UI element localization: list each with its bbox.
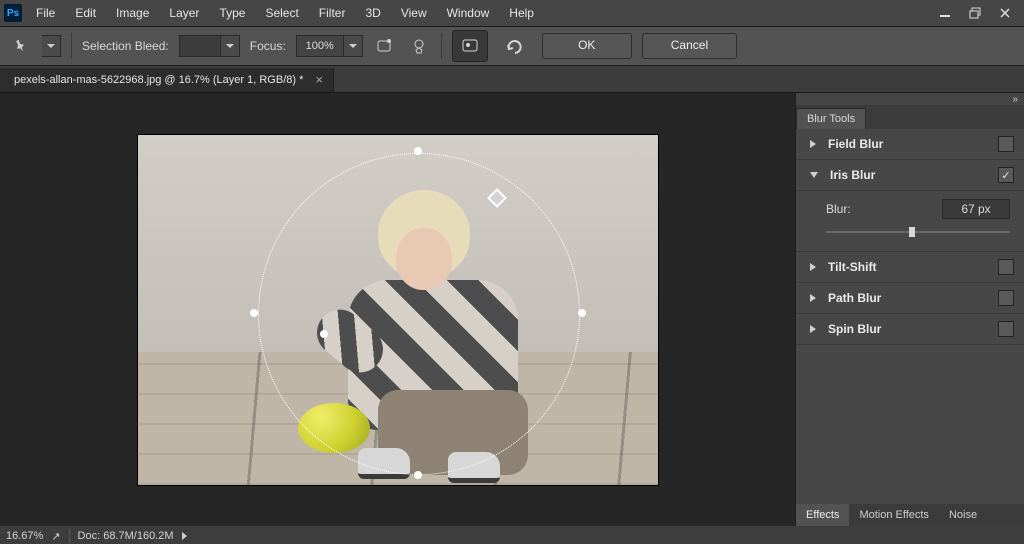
zoom-level[interactable]: 16.67% <box>6 530 43 542</box>
menu-layer[interactable]: Layer <box>159 0 209 26</box>
document-tab-strip: pexels-allan-mas-5622968.jpg @ 16.7% (La… <box>0 66 1024 93</box>
path-blur-label: Path Blur <box>828 291 998 305</box>
tilt-shift-checkbox[interactable] <box>998 259 1014 275</box>
menu-select[interactable]: Select <box>255 0 308 26</box>
field-blur-checkbox[interactable] <box>998 136 1014 152</box>
window-minimize-button[interactable] <box>930 3 960 23</box>
doc-info-flyout-icon[interactable] <box>182 532 187 540</box>
tilt-shift-row[interactable]: Tilt-Shift <box>796 252 1024 283</box>
spin-blur-label: Spin Blur <box>828 322 998 336</box>
high-quality-icon[interactable] <box>407 34 431 58</box>
separator <box>71 33 72 59</box>
blur-slider-label: Blur: <box>826 202 942 216</box>
iris-handle-left[interactable] <box>250 309 258 317</box>
chevron-down-icon <box>226 44 234 48</box>
effects-tab-strip: Effects Motion Effects Noise <box>796 504 1024 526</box>
doc-size: Doc: 68.7M/160.2M <box>78 530 174 542</box>
save-mask-icon[interactable] <box>373 34 397 58</box>
menu-image[interactable]: Image <box>106 0 159 26</box>
iris-blur-controls: Blur: 67 px <box>796 191 1024 252</box>
iris-feather-handle[interactable] <box>320 330 328 338</box>
blur-tools-tab[interactable]: Blur Tools <box>796 108 866 129</box>
menu-help[interactable]: Help <box>499 0 544 26</box>
focus-label: Focus: <box>250 39 286 53</box>
document-tab-title: pexels-allan-mas-5622968.jpg @ 16.7% (La… <box>14 74 303 86</box>
path-blur-checkbox[interactable] <box>998 290 1014 306</box>
share-icon[interactable]: ↗ <box>51 530 60 543</box>
remove-pins-button[interactable] <box>498 31 532 61</box>
iris-handle-right[interactable] <box>578 309 586 317</box>
canvas-area[interactable] <box>0 93 795 526</box>
close-tab-icon[interactable]: × <box>315 72 323 87</box>
menu-view[interactable]: View <box>391 0 437 26</box>
ok-button[interactable]: OK <box>542 33 632 59</box>
separator <box>441 33 442 59</box>
noise-tab[interactable]: Noise <box>939 504 987 526</box>
pin-icon[interactable] <box>4 30 37 63</box>
expand-icon <box>810 325 816 333</box>
window-restore-button[interactable] <box>960 3 990 23</box>
menu-bar: Ps File Edit Image Layer Type Select Fil… <box>0 0 1024 26</box>
collapse-icon <box>810 172 818 178</box>
expand-icon <box>810 263 816 271</box>
iris-blur-row[interactable]: Iris Blur <box>796 160 1024 191</box>
status-bar: 16.67% ↗ Doc: 68.7M/160.2M <box>0 526 1024 544</box>
options-bar: Selection Bleed: Focus: 100% OK Cancel <box>0 27 1024 66</box>
iris-blur-checkbox[interactable] <box>998 167 1014 183</box>
chevron-down-icon <box>349 44 357 48</box>
document-canvas[interactable] <box>137 134 659 486</box>
iris-blur-ring[interactable] <box>258 153 580 475</box>
window-close-button[interactable] <box>990 3 1020 23</box>
tool-preset-dropdown[interactable] <box>42 35 61 57</box>
iris-handle-top[interactable] <box>414 147 422 155</box>
document-tab[interactable]: pexels-allan-mas-5622968.jpg @ 16.7% (La… <box>0 68 334 92</box>
selection-bleed-label: Selection Bleed: <box>82 39 169 53</box>
blur-slider[interactable] <box>826 225 1010 239</box>
menu-type[interactable]: Type <box>209 0 255 26</box>
menu-file[interactable]: File <box>26 0 65 26</box>
focus-value[interactable]: 100% <box>296 35 344 57</box>
menu-filter[interactable]: Filter <box>309 0 356 26</box>
expand-icon <box>810 140 816 148</box>
tilt-shift-label: Tilt-Shift <box>828 260 998 274</box>
panel-flyout-icon[interactable]: » <box>796 93 1024 105</box>
spin-blur-row[interactable]: Spin Blur <box>796 314 1024 345</box>
field-blur-label: Field Blur <box>828 137 998 151</box>
focus-field[interactable]: 100% <box>296 35 363 57</box>
menu-window[interactable]: Window <box>437 0 500 26</box>
selection-bleed-field[interactable] <box>179 35 240 57</box>
path-blur-row[interactable]: Path Blur <box>796 283 1024 314</box>
effects-tab[interactable]: Effects <box>796 504 849 526</box>
menu-3d[interactable]: 3D <box>355 0 390 26</box>
chevron-down-icon <box>47 44 55 48</box>
field-blur-row[interactable]: Field Blur <box>796 129 1024 160</box>
iris-handle-bottom[interactable] <box>414 471 422 479</box>
spin-blur-checkbox[interactable] <box>998 321 1014 337</box>
cancel-button[interactable]: Cancel <box>642 33 737 59</box>
menu-edit[interactable]: Edit <box>65 0 106 26</box>
motion-effects-tab[interactable]: Motion Effects <box>849 504 939 526</box>
blur-value-field[interactable]: 67 px <box>942 199 1010 219</box>
right-panel: » Blur Tools Field Blur Iris Blur Blur: … <box>795 93 1024 526</box>
expand-icon <box>810 294 816 302</box>
iris-blur-label: Iris Blur <box>830 168 998 182</box>
app-logo: Ps <box>0 0 26 26</box>
preview-toggle[interactable] <box>452 30 488 62</box>
